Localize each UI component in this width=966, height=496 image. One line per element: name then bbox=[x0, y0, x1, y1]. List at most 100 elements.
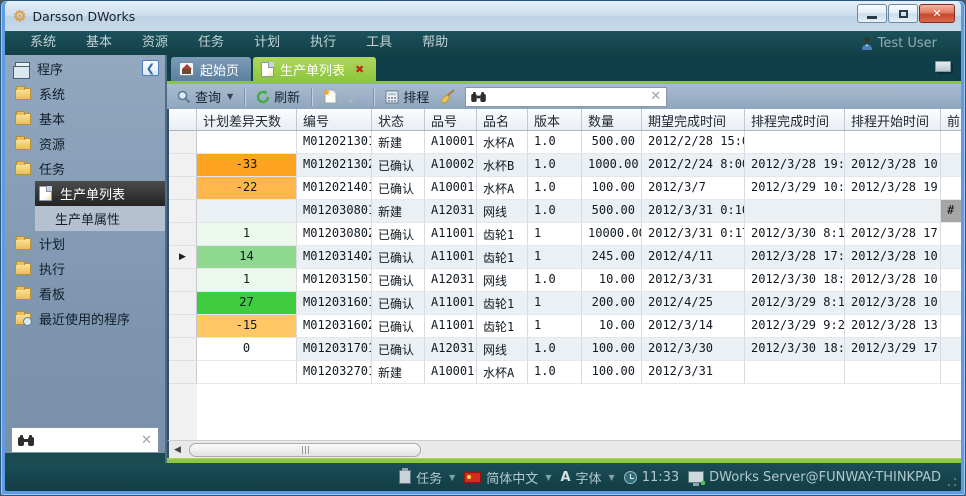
task-dropdown-icon[interactable]: ▼ bbox=[449, 473, 455, 482]
row-selector-cell[interactable] bbox=[169, 269, 197, 292]
table-body: M012021301新建A10001水杯A1.0500.002012/2/28 … bbox=[169, 131, 961, 384]
cell-diff: -15 bbox=[197, 315, 297, 338]
column-header-排程开始时间[interactable]: 排程开始时间 bbox=[845, 109, 941, 130]
sidebar-header: 程序 ❮ bbox=[5, 55, 165, 81]
row-selector-cell[interactable] bbox=[169, 154, 197, 177]
row-selector-cell[interactable] bbox=[169, 338, 197, 361]
font-selector[interactable]: A 字体 ▼ bbox=[560, 468, 614, 487]
menu-item-执行[interactable]: 执行 bbox=[295, 31, 351, 55]
flag-icon bbox=[464, 472, 481, 483]
sidebar-item-计划[interactable]: 计划 bbox=[5, 231, 165, 256]
sidebar-item-label: 系统 bbox=[39, 84, 65, 103]
task-menu[interactable]: 任务 ▼ bbox=[399, 468, 455, 487]
sidebar-item-执行[interactable]: 执行 bbox=[5, 256, 165, 281]
edit-button[interactable] bbox=[345, 89, 364, 104]
schedule-button[interactable]: 排程 bbox=[383, 87, 431, 106]
sidebar-items: 系统基本资源任务生产单列表生产单属性计划执行看板最近使用的程序 bbox=[5, 81, 165, 331]
cell-item_no: A12031 bbox=[425, 200, 477, 223]
font-icon: A bbox=[560, 470, 570, 485]
menu-item-资源[interactable]: 资源 bbox=[127, 31, 183, 55]
column-header-品号[interactable]: 品号 bbox=[425, 109, 477, 130]
scroll-left-button[interactable]: ◀ bbox=[169, 441, 186, 458]
sidebar-item-label: 执行 bbox=[39, 259, 65, 278]
row-selector-cell[interactable] bbox=[169, 177, 197, 200]
minimize-button[interactable] bbox=[857, 4, 887, 23]
menu-item-系统[interactable]: 系统 bbox=[15, 31, 71, 55]
column-header-编号[interactable]: 编号 bbox=[297, 109, 372, 130]
cell-version: 1.0 bbox=[528, 338, 582, 361]
table-row[interactable]: -15M012031602已确认A11001齿轮1110.002012/3/14… bbox=[169, 315, 961, 338]
column-header-前[interactable]: 前 bbox=[941, 109, 961, 130]
sidebar-item-label: 生产单属性 bbox=[55, 209, 120, 228]
cell-qty: 100.00 bbox=[582, 361, 642, 384]
cell-diff: -22 bbox=[197, 177, 297, 200]
table-row[interactable]: 27M012031601已确认A11001齿轮11200.002012/4/25… bbox=[169, 292, 961, 315]
toolbar-search-clear-icon[interactable]: ✕ bbox=[650, 90, 661, 103]
tab-起始页[interactable]: 起始页 bbox=[171, 57, 251, 81]
sidebar-item-任务[interactable]: 任务 bbox=[5, 156, 165, 181]
language-dropdown-icon[interactable]: ▼ bbox=[545, 473, 551, 482]
menu-item-任务[interactable]: 任务 bbox=[183, 31, 239, 55]
row-selector-cell[interactable] bbox=[169, 200, 197, 223]
table-row[interactable]: M012030801新建A12031网线1.0500.002012/3/31 0… bbox=[169, 200, 961, 223]
toolbar-search-input[interactable] bbox=[491, 90, 645, 104]
cell-expect: 2012/3/14 bbox=[642, 315, 745, 338]
new-order-button[interactable] bbox=[321, 89, 339, 104]
tab-生产单列表[interactable]: 生产单列表✖ bbox=[253, 57, 376, 81]
table-row[interactable]: -22M012021401已确认A10001水杯A1.0100.002012/3… bbox=[169, 177, 961, 200]
clock-indicator: 11:33 bbox=[624, 470, 679, 485]
column-header-期望完成时间[interactable]: 期望完成时间 bbox=[642, 109, 745, 130]
table-row[interactable]: ▶14M012031402已确认A11001齿轮11245.002012/4/1… bbox=[169, 246, 961, 269]
menu-item-帮助[interactable]: 帮助 bbox=[407, 31, 463, 55]
sidebar-search-input[interactable] bbox=[40, 433, 135, 447]
sidebar-item-生产单列表[interactable]: 生产单列表 bbox=[35, 181, 165, 206]
language-selector[interactable]: 简体中文 ▼ bbox=[464, 468, 551, 487]
table-row[interactable]: M012021301新建A10001水杯A1.0500.002012/2/28 … bbox=[169, 131, 961, 154]
table-row[interactable]: 1M012030802已确认A11001齿轮1110000.002012/3/3… bbox=[169, 223, 961, 246]
clear-schedule-button[interactable] bbox=[437, 89, 457, 104]
sidebar-search-clear-icon[interactable]: ✕ bbox=[141, 434, 152, 447]
sidebar-item-资源[interactable]: 资源 bbox=[5, 131, 165, 156]
column-header-品名[interactable]: 品名 bbox=[477, 109, 528, 130]
column-header-版本[interactable]: 版本 bbox=[528, 109, 582, 130]
row-selector-cell[interactable] bbox=[169, 315, 197, 338]
close-button[interactable]: ✕ bbox=[919, 4, 955, 23]
column-header-排程完成时间[interactable]: 排程完成时间 bbox=[745, 109, 845, 130]
maximize-button[interactable] bbox=[888, 4, 918, 23]
row-selector-cell[interactable]: ▶ bbox=[169, 246, 197, 269]
sidebar-item-生产单属性[interactable]: 生产单属性 bbox=[35, 206, 165, 231]
row-selector-cell[interactable] bbox=[169, 292, 197, 315]
table-row[interactable]: -33M012021302已确认A10002水杯B1.01000.002012/… bbox=[169, 154, 961, 177]
menu-item-计划[interactable]: 计划 bbox=[239, 31, 295, 55]
row-selector-cell[interactable] bbox=[169, 361, 197, 384]
sidebar-item-基本[interactable]: 基本 bbox=[5, 106, 165, 131]
scrollbar-thumb[interactable] bbox=[189, 443, 421, 457]
menu-item-工具[interactable]: 工具 bbox=[351, 31, 407, 55]
column-header-数量[interactable]: 数量 bbox=[582, 109, 642, 130]
column-header-状态[interactable]: 状态 bbox=[372, 109, 425, 130]
table-row[interactable]: 1M012031501已确认A12031网线1.010.002012/3/312… bbox=[169, 269, 961, 292]
sidebar-collapse-button[interactable]: ❮ bbox=[142, 60, 159, 76]
cell-qty: 1000.00 bbox=[582, 154, 642, 177]
cell-item_no: A12031 bbox=[425, 338, 477, 361]
tab-close-icon[interactable]: ✖ bbox=[355, 63, 364, 76]
column-header-计划差异天数[interactable]: 计划差异天数 bbox=[197, 109, 297, 130]
cell-sched_end: 2012/3/30 18:00 bbox=[745, 338, 845, 361]
row-selector-cell[interactable] bbox=[169, 131, 197, 154]
query-button[interactable]: 查询 ▼ bbox=[175, 87, 235, 106]
row-selector-cell[interactable] bbox=[169, 223, 197, 246]
table-row[interactable]: M012032701新建A10001水杯A1.0100.002012/3/31 bbox=[169, 361, 961, 384]
sidebar-item-最近使用的程序[interactable]: 最近使用的程序 bbox=[5, 306, 165, 331]
font-dropdown-icon[interactable]: ▼ bbox=[609, 473, 615, 482]
menu-item-基本[interactable]: 基本 bbox=[71, 31, 127, 55]
user-indicator[interactable]: Test User bbox=[861, 36, 951, 51]
sidebar-item-看板[interactable]: 看板 bbox=[5, 281, 165, 306]
refresh-button[interactable]: 刷新 bbox=[254, 87, 302, 106]
cell-qty: 10.00 bbox=[582, 315, 642, 338]
sidebar-item-系统[interactable]: 系统 bbox=[5, 81, 165, 106]
resize-grip-icon[interactable] bbox=[947, 477, 957, 487]
toolbar-separator bbox=[373, 88, 374, 106]
float-window-icon[interactable] bbox=[935, 61, 951, 72]
table-row[interactable]: 0M012031701已确认A12031网线1.0100.002012/3/30… bbox=[169, 338, 961, 361]
query-dropdown-icon[interactable]: ▼ bbox=[227, 92, 233, 101]
